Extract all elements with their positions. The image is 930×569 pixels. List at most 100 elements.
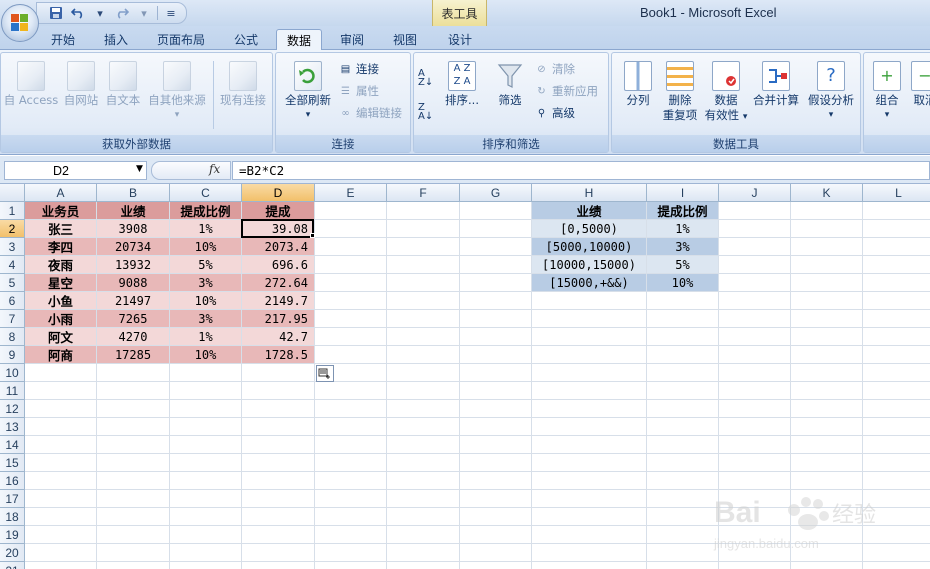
fill-handle[interactable]	[310, 233, 315, 238]
table-cell[interactable]: 39.08	[242, 220, 314, 237]
table-cell[interactable]: 13932	[97, 256, 169, 273]
row-header-16[interactable]: 16	[0, 472, 25, 490]
row-header-21[interactable]: 21	[0, 562, 25, 569]
from-other-sources-button[interactable]: 自其他来源 ▾	[145, 61, 209, 123]
properties-button[interactable]: ☰ 属性	[338, 83, 379, 99]
from-web-button[interactable]: 自网站	[61, 61, 101, 108]
row-header-3[interactable]: 3	[0, 238, 25, 256]
lookup-cell[interactable]: 5%	[647, 256, 718, 273]
ungroup-button[interactable]: − 取消	[908, 61, 930, 108]
refresh-all-button[interactable]: 全部刷新 ▾	[280, 61, 336, 123]
row-header-12[interactable]: 12	[0, 400, 25, 418]
table-cell[interactable]: 1%	[170, 328, 241, 345]
existing-connections-button[interactable]: 现有连接	[215, 61, 271, 108]
advanced-filter-button[interactable]: ⚲ 高级	[534, 105, 575, 121]
table-cell[interactable]: 696.6	[242, 256, 314, 273]
row-header-9[interactable]: 9	[0, 346, 25, 364]
column-header-b[interactable]: B	[97, 184, 170, 202]
table-header-cell[interactable]: 提成比例	[170, 202, 241, 219]
table-cell[interactable]: 10%	[170, 292, 241, 309]
table-header-cell[interactable]: 业务员	[25, 202, 96, 219]
select-all-corner[interactable]	[0, 184, 25, 202]
name-box[interactable]: D2	[4, 161, 147, 180]
column-header-f[interactable]: F	[387, 184, 460, 202]
filter-button[interactable]: 筛选	[490, 61, 530, 108]
row-header-8[interactable]: 8	[0, 328, 25, 346]
from-text-button[interactable]: 自文本	[103, 61, 143, 108]
table-cell[interactable]: 9088	[97, 274, 169, 291]
table-cell[interactable]: 5%	[170, 256, 241, 273]
table-cell[interactable]: 2073.4	[242, 238, 314, 255]
table-name-cell[interactable]: 李四	[25, 238, 96, 255]
table-cell[interactable]: 17285	[97, 346, 169, 363]
table-cell[interactable]: 10%	[170, 238, 241, 255]
tab-insert[interactable]: 插入	[94, 29, 138, 50]
table-cell[interactable]: 42.7	[242, 328, 314, 345]
redo-icon[interactable]	[113, 5, 131, 21]
tab-review[interactable]: 审阅	[330, 29, 374, 50]
table-cell[interactable]: 3908	[97, 220, 169, 237]
lookup-header-cell[interactable]: 业绩	[532, 202, 646, 219]
column-header-c[interactable]: C	[170, 184, 242, 202]
table-cell[interactable]: 2149.7	[242, 292, 314, 309]
tab-formulas[interactable]: 公式	[224, 29, 268, 50]
row-header-14[interactable]: 14	[0, 436, 25, 454]
table-name-cell[interactable]: 阿商	[25, 346, 96, 363]
row-header-19[interactable]: 19	[0, 526, 25, 544]
lookup-cell[interactable]: 1%	[647, 220, 718, 237]
table-name-cell[interactable]: 星空	[25, 274, 96, 291]
table-name-cell[interactable]: 小雨	[25, 310, 96, 327]
table-name-cell[interactable]: 夜雨	[25, 256, 96, 273]
table-name-cell[interactable]: 小鱼	[25, 292, 96, 309]
what-if-analysis-button[interactable]: ? 假设分析 ▾	[804, 61, 858, 123]
lookup-cell[interactable]: 3%	[647, 238, 718, 255]
undo-icon[interactable]	[69, 5, 87, 21]
auto-fill-options-button[interactable]	[316, 365, 334, 382]
save-icon[interactable]	[47, 5, 65, 21]
column-header-g[interactable]: G	[460, 184, 532, 202]
lookup-cell[interactable]: [5000,10000)	[532, 238, 646, 255]
column-header-i[interactable]: I	[647, 184, 719, 202]
row-header-7[interactable]: 7	[0, 310, 25, 328]
column-header-l[interactable]: L	[863, 184, 930, 202]
column-header-k[interactable]: K	[791, 184, 863, 202]
from-access-button[interactable]: 自 Access	[3, 61, 59, 108]
table-cell[interactable]: 10%	[170, 346, 241, 363]
table-header-cell[interactable]: 业绩	[97, 202, 169, 219]
reapply-button[interactable]: ↻ 重新应用	[534, 83, 598, 99]
edit-links-button[interactable]: ∞ 编辑链接	[338, 105, 402, 121]
consolidate-button[interactable]: 合并计算	[750, 61, 802, 108]
text-to-columns-button[interactable]: 分列	[618, 61, 658, 108]
row-header-13[interactable]: 13	[0, 418, 25, 436]
row-header-10[interactable]: 10	[0, 364, 25, 382]
remove-duplicates-button[interactable]: 删除 重复项	[660, 61, 700, 123]
chevron-down-icon[interactable]: ▼	[136, 164, 143, 174]
table-header-cell[interactable]: 提成	[242, 202, 314, 219]
tab-home[interactable]: 开始	[42, 29, 84, 50]
table-cell[interactable]: 1%	[170, 220, 241, 237]
lookup-cell[interactable]: 10%	[647, 274, 718, 291]
tab-view[interactable]: 视图	[383, 29, 427, 50]
column-header-a[interactable]: A	[25, 184, 97, 202]
table-name-cell[interactable]: 张三	[25, 220, 96, 237]
column-header-d[interactable]: D	[242, 184, 315, 202]
table-cell[interactable]: 272.64	[242, 274, 314, 291]
table-name-cell[interactable]: 阿文	[25, 328, 96, 345]
tab-page-layout[interactable]: 页面布局	[146, 29, 216, 50]
group-button[interactable]: + 组合 ▾	[870, 61, 904, 123]
office-button[interactable]	[1, 4, 39, 42]
column-header-h[interactable]: H	[532, 184, 647, 202]
row-header-11[interactable]: 11	[0, 382, 25, 400]
clear-filter-button[interactable]: ⊘ 清除	[534, 61, 575, 77]
row-header-17[interactable]: 17	[0, 490, 25, 508]
table-cell[interactable]: 20734	[97, 238, 169, 255]
row-header-5[interactable]: 5	[0, 274, 25, 292]
table-cell[interactable]: 3%	[170, 274, 241, 291]
table-cell[interactable]: 4270	[97, 328, 169, 345]
table-cell[interactable]: 21497	[97, 292, 169, 309]
row-header-18[interactable]: 18	[0, 508, 25, 526]
insert-function-icon[interactable]: fx	[209, 162, 220, 176]
sort-descending-button[interactable]: Z A↓	[418, 103, 433, 122]
undo-dropdown-icon[interactable]: ▾	[91, 5, 109, 21]
table-cell[interactable]: 1728.5	[242, 346, 314, 363]
